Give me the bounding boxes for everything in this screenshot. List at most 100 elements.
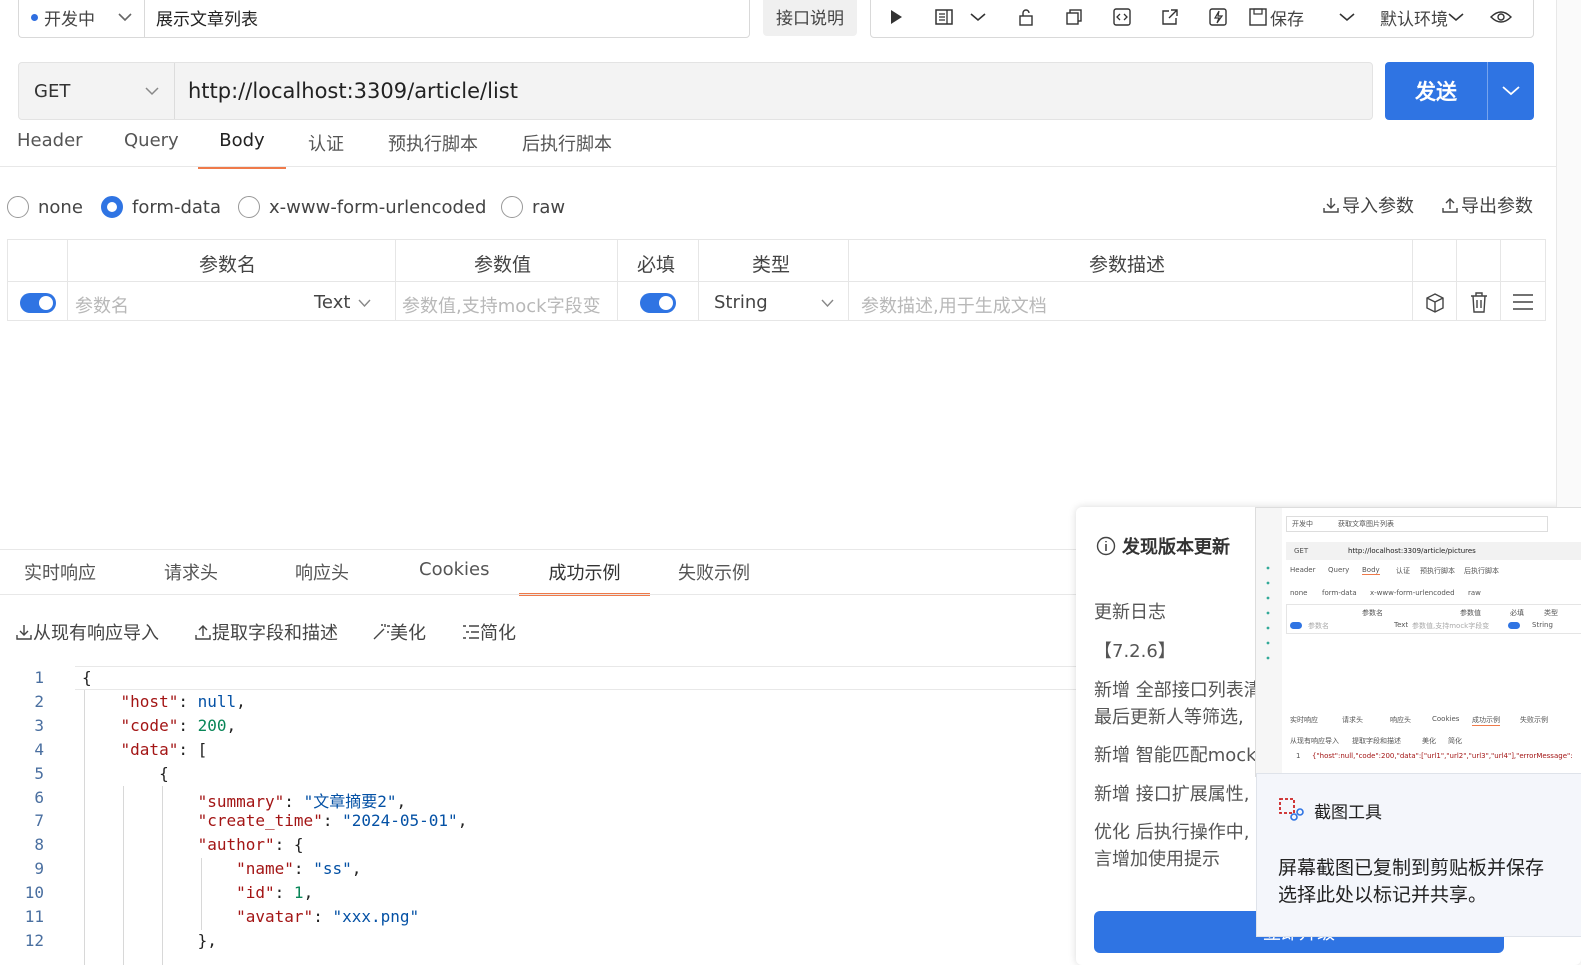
header-param-name: 参数名 — [199, 254, 257, 276]
line-number: 6 — [34, 787, 44, 807]
line-number: 7 — [34, 811, 44, 831]
info-icon — [1096, 536, 1116, 556]
required-toggle[interactable] — [640, 293, 676, 313]
chevron-down-icon — [821, 299, 834, 307]
thumbnail-cell: String — [1532, 621, 1553, 629]
changelog-item: 优化 后执行操作中, — [1094, 822, 1250, 843]
chevron-down-icon[interactable] — [1330, 0, 1364, 34]
download-icon — [16, 625, 32, 640]
tab-success-example[interactable]: 成功示例 — [519, 559, 650, 596]
method-select[interactable]: GET — [19, 63, 175, 119]
right-scroll-strip — [1556, 0, 1581, 507]
export-params-button[interactable]: 导出参数 — [1441, 192, 1533, 218]
thumbnail-resp-tab: 失败示例 — [1520, 716, 1548, 724]
enable-toggle[interactable] — [20, 293, 56, 313]
tab-header[interactable]: Header — [17, 130, 83, 166]
code-icon[interactable] — [1105, 0, 1139, 34]
code-line: 2 "host": null, — [0, 690, 1080, 714]
tab-cookies[interactable]: Cookies — [419, 559, 489, 593]
changelog-item: 言增加使用提示 — [1094, 849, 1220, 870]
send-dropdown[interactable] — [1488, 62, 1534, 120]
param-value-input[interactable]: 参数值,支持mock字段变 — [402, 292, 601, 318]
code-line: 5 { — [0, 762, 1080, 786]
unlock-icon[interactable] — [1009, 0, 1043, 34]
radio-none[interactable]: none — [7, 193, 83, 221]
line-number: 10 — [24, 883, 44, 903]
tab-post-script[interactable]: 后执行脚本 — [522, 130, 612, 166]
url-bar: GET http://localhost:3309/article/list — [18, 62, 1373, 120]
beautify-button[interactable]: 美化 — [372, 619, 426, 645]
code-editor[interactable]: 1{2 "host": null, 3 "code": 200, 4 "data":… — [0, 666, 1080, 965]
api-doc-button[interactable]: 接口说明 — [763, 0, 857, 36]
type-select[interactable]: String — [714, 292, 834, 313]
tab-live-response[interactable]: 实时响应 — [24, 559, 96, 593]
thumbnail-tab: 认证 — [1396, 567, 1410, 575]
screenshot-thumbnail[interactable]: 开发中 获取文章图片列表 GET http://localhost:3309/a… — [1255, 507, 1581, 777]
menu-icon[interactable] — [1512, 294, 1534, 310]
url-input[interactable]: http://localhost:3309/article/list — [175, 79, 518, 103]
extract-fields-button[interactable]: 提取字段和描述 — [194, 619, 338, 645]
section-divider — [0, 549, 1090, 550]
tab-auth[interactable]: 认证 — [308, 130, 344, 166]
radio-form-data[interactable]: form-data — [101, 193, 221, 221]
simplify-button[interactable]: 简化 — [462, 619, 516, 645]
chevron-down-icon — [145, 86, 159, 95]
code-line: 3 "code": 200, — [0, 714, 1080, 738]
thumbnail-cell: 参数名 — [1308, 622, 1329, 630]
thumbnail-tab: Body — [1362, 566, 1380, 575]
flash-icon[interactable] — [1201, 0, 1235, 34]
code-text: "code": 200, — [120, 715, 237, 735]
thumbnail-header: 类型 — [1544, 609, 1558, 617]
line-number: 3 — [34, 715, 44, 735]
share-icon[interactable] — [1153, 0, 1187, 34]
header-param-value: 参数值 — [474, 254, 532, 276]
update-popup-title-text: 发现版本更新 — [1122, 537, 1230, 558]
tab-failure-example[interactable]: 失败示例 — [678, 559, 750, 593]
param-name-input[interactable]: 参数名 — [75, 292, 129, 318]
header-description: 参数描述 — [1089, 254, 1166, 276]
api-title-input[interactable]: 展示文章列表 — [144, 0, 750, 38]
tab-request-headers[interactable]: 请求头 — [164, 559, 218, 593]
eye-icon[interactable] — [1490, 10, 1512, 24]
thumbnail-resp-tab: 响应头 — [1390, 716, 1411, 724]
chevron-down-icon — [1502, 86, 1520, 96]
code-line: 4 "data": [ — [0, 738, 1080, 762]
document-icon[interactable] — [927, 0, 961, 34]
code-line: 1{ — [0, 666, 1080, 690]
run-icon[interactable] — [879, 0, 913, 34]
save-button[interactable]: 保存 — [1249, 5, 1304, 30]
radio-raw[interactable]: raw — [501, 193, 565, 221]
thumbnail-mode: none — [1290, 589, 1308, 597]
import-params-label: 导入参数 — [1342, 196, 1414, 217]
trash-icon[interactable] — [1469, 292, 1489, 313]
thumbnail-method: GET — [1294, 547, 1309, 555]
import-from-response-button[interactable]: 从现有响应导入 — [15, 619, 159, 645]
code-text: "create_time": "2024-05-01", — [197, 811, 468, 831]
chevron-down-icon[interactable] — [961, 0, 995, 34]
status-select[interactable]: 开发中 — [18, 0, 144, 38]
thumbnail-mode: form-data — [1322, 589, 1357, 597]
tab-body[interactable]: Body — [198, 130, 286, 169]
thumbnail-title-bar — [1286, 516, 1548, 532]
changelog-item: 新增 接口扩展属性, — [1094, 784, 1250, 805]
send-button[interactable]: 发送 — [1385, 62, 1488, 120]
copy-icon[interactable] — [1057, 0, 1091, 34]
tab-response-headers[interactable]: 响应头 — [295, 559, 349, 593]
param-desc-input[interactable]: 参数描述,用于生成文档 — [861, 292, 1047, 318]
import-params-button[interactable]: 导入参数 — [1322, 192, 1414, 218]
snip-title: 截图工具 — [1314, 803, 1382, 823]
status-dot-icon — [31, 13, 38, 21]
snip-message-line2: 选择此处以标记并共享。 — [1278, 884, 1488, 906]
radio-urlencoded[interactable]: x-www-form-urlencoded — [238, 193, 486, 221]
code-text: "host": null, — [120, 691, 246, 711]
tab-divider — [0, 166, 1556, 167]
code-line: 10 "id": 1, — [0, 881, 1080, 905]
cube-icon[interactable] — [1425, 293, 1445, 313]
tab-query[interactable]: Query — [124, 130, 179, 166]
thumbnail-line-number: 1 — [1296, 752, 1301, 760]
field-type-select[interactable]: Text — [314, 292, 371, 313]
tab-pre-script[interactable]: 预执行脚本 — [388, 130, 478, 166]
thumbnail-code: {"host":null,"code":200,"data":["url1","… — [1312, 752, 1573, 760]
env-select[interactable]: 默认环境 — [1380, 5, 1464, 30]
changelog-item: 新增 全部接口列表清 — [1094, 680, 1262, 701]
